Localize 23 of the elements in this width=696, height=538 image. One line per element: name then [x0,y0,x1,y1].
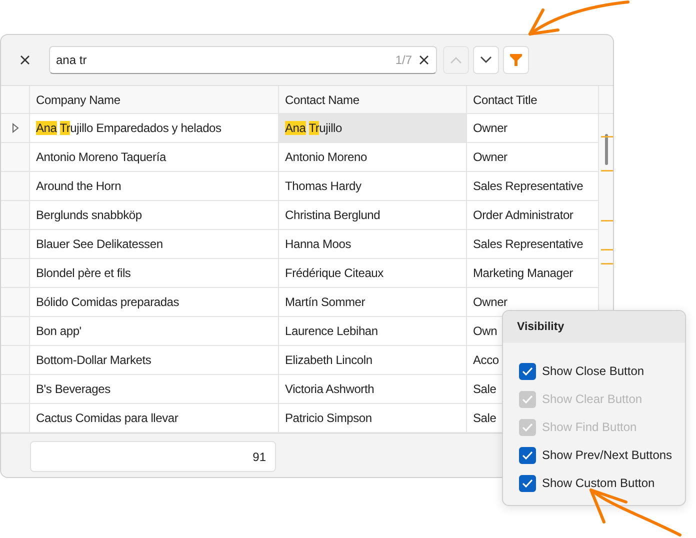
table-cell: Bólido Comidas preparadas [29,288,278,316]
table-cell: Christina Berglund [278,201,466,229]
table-cell: Elizabeth Lincoln [278,346,466,374]
table-cell: Blondel père et fils [29,259,278,287]
table-cell: Antonio Moreno Taquería [29,143,278,171]
table-cell: Frédérique Citeaux [278,259,466,287]
summary-field: 91 [30,441,276,472]
table-cell: Victoria Ashworth [278,375,466,403]
table-cell: Bon app' [29,317,278,345]
table-cell: Martín Sommer [278,288,466,316]
table-cell: Berglunds snabbköp [29,201,278,229]
table-cell: Blauer See Delikatessen [29,230,278,258]
table-cell: Around the Horn [29,172,278,200]
table-cell: B's Beverages [29,375,278,403]
popup-title: Visibility [503,311,685,343]
match-counter: 1/7 [395,53,412,67]
table-cell: Hanna Moos [278,230,466,258]
table-cell: Thomas Hardy [278,172,466,200]
table-cell: Bottom-Dollar Markets [29,346,278,374]
table-cell: Cactus Comidas para llevar [29,404,278,432]
table-cell: Patricio Simpson [278,404,466,432]
table-cell: Antonio Moreno [278,143,466,171]
table-cell: Laurence Lebihan [278,317,466,345]
